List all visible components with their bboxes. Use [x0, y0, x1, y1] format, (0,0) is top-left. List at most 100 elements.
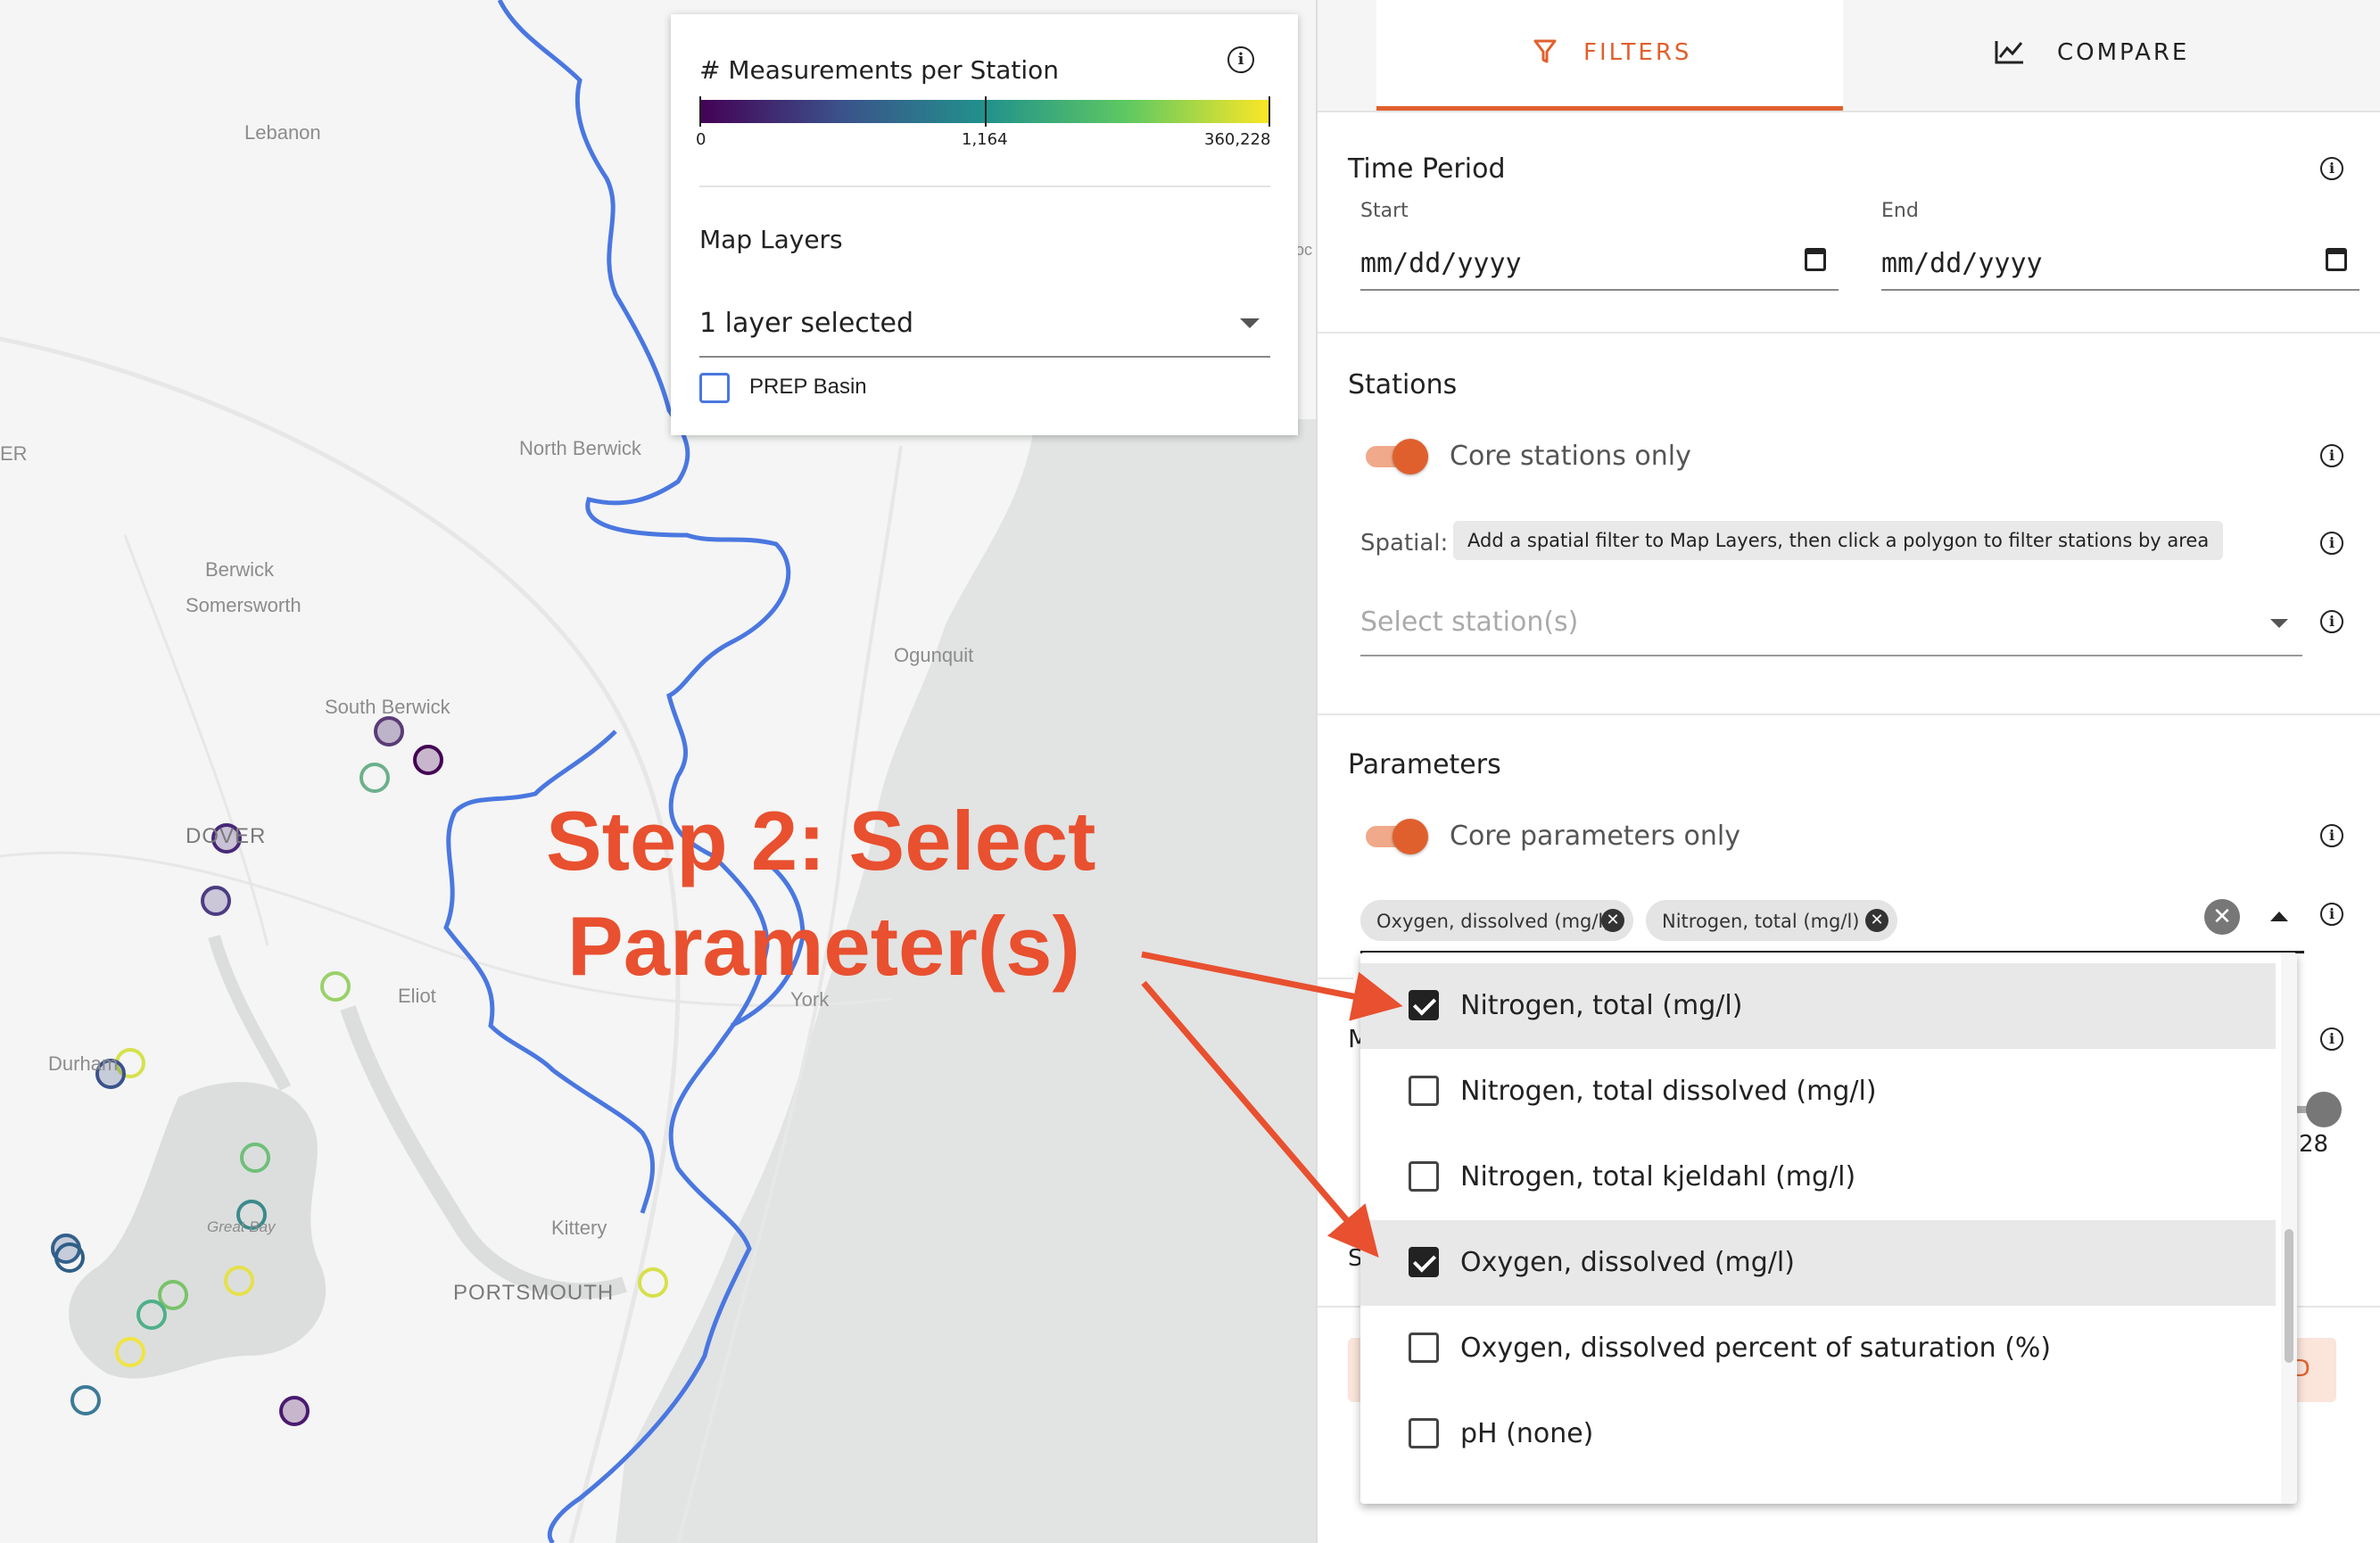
- parameter-option[interactable]: Nitrogen, total kjeldahl (mg/l): [1360, 1135, 2276, 1220]
- map-view[interactable]: Lebanon ER North Berwick Berwick Somersw…: [0, 0, 1316, 1543]
- filter-panel: FILTERS COMPARE Time Period i Start End …: [1316, 0, 2380, 1543]
- scale-mid-label: 1,164: [962, 130, 1008, 149]
- divider: [1318, 978, 1353, 979]
- end-date-input[interactable]: mm/dd/yyyy: [1881, 239, 2359, 291]
- parameter-option[interactable]: Oxygen, dissolved (mg/l): [1360, 1220, 2276, 1306]
- map-layers-select[interactable]: 1 layer selected: [699, 295, 1270, 358]
- place-label: Somersworth: [186, 594, 302, 616]
- stations-title: Stations: [1348, 369, 1458, 400]
- place-label: York: [790, 988, 830, 1011]
- spatial-hint: Add a spatial filter to Map Layers, then…: [1453, 521, 2224, 560]
- dropdown-scrollbar[interactable]: [2281, 953, 2297, 1504]
- place-label: PORTSMOUTH: [453, 1281, 615, 1305]
- scale-min-label: 0: [696, 130, 707, 149]
- legend-title: # Measurements per Station: [699, 55, 1060, 85]
- filter-icon: [1533, 39, 1557, 63]
- tab-compare-label: COMPARE: [2057, 39, 2190, 66]
- end-date-value: mm/dd/yyyy: [1881, 248, 2043, 279]
- core-parameters-toggle[interactable]: [1360, 815, 1432, 856]
- place-label: DOVER: [186, 824, 267, 848]
- checkbox-unchecked[interactable]: [1409, 1076, 1439, 1106]
- caret-up-icon[interactable]: [2270, 912, 2288, 921]
- selected-parameter-chip[interactable]: Nitrogen, total (mg/l) ✕: [1646, 900, 1897, 941]
- info-icon[interactable]: i: [2320, 610, 2343, 633]
- scrollbar-thumb[interactable]: [2285, 1229, 2293, 1363]
- place-label: Eliot: [398, 985, 436, 1007]
- start-date-value: mm/dd/yyyy: [1360, 248, 1522, 279]
- info-icon[interactable]: i: [2320, 903, 2343, 926]
- parameter-option[interactable]: Nitrogen, total dissolved (mg/l): [1360, 1049, 2276, 1135]
- parameter-option-label: Nitrogen, total dissolved (mg/l): [1460, 1076, 1877, 1107]
- core-stations-label: Core stations only: [1450, 441, 1691, 472]
- checkbox-unchecked[interactable]: [1409, 1161, 1439, 1192]
- place-label: South Berwick: [325, 696, 450, 718]
- line-chart-icon: [1995, 41, 2023, 64]
- prep-basin-checkbox[interactable]: [699, 373, 730, 403]
- place-label: Lebanon: [244, 121, 321, 144]
- place-label: Kittery: [551, 1217, 607, 1239]
- chip-label: Oxygen, dissolved (mg/l): [1376, 911, 1611, 932]
- place-label: Berwick: [205, 558, 275, 581]
- tab-bar: FILTERS COMPARE: [1318, 0, 2380, 112]
- great-bay-water: [69, 1082, 326, 1379]
- checkbox-unchecked[interactable]: [1409, 1418, 1439, 1448]
- place-label: Durham: [48, 1052, 119, 1075]
- parameter-option-label: Oxygen, dissolved percent of saturation …: [1460, 1333, 2052, 1364]
- scale-max-label: 360,228: [1204, 130, 1271, 149]
- station-select[interactable]: Select station(s): [1360, 598, 2302, 656]
- parameter-option[interactable]: Nitrogen, total (mg/l): [1360, 963, 2276, 1049]
- info-icon[interactable]: i: [2320, 444, 2343, 467]
- tab-filters-label: FILTERS: [1583, 39, 1692, 66]
- chip-label: Nitrogen, total (mg/l): [1662, 911, 1860, 932]
- place-label: ER: [0, 442, 28, 465]
- parameter-option-label: Nitrogen, total kjeldahl (mg/l): [1460, 1161, 1856, 1192]
- spatial-label: Spatial:: [1360, 530, 1449, 557]
- calendar-icon[interactable]: [1805, 248, 1826, 271]
- clear-all-icon[interactable]: ✕: [2204, 899, 2240, 935]
- selected-parameter-chip[interactable]: Oxygen, dissolved (mg/l) ✕: [1360, 900, 1633, 941]
- place-label: North Berwick: [519, 437, 641, 459]
- parameter-option[interactable]: Oxygen, dissolved percent of saturation …: [1360, 1306, 2276, 1391]
- core-parameters-label: Core parameters only: [1450, 821, 1740, 852]
- remove-chip-icon[interactable]: ✕: [1601, 909, 1624, 932]
- map-layers-value: 1 layer selected: [699, 308, 914, 339]
- caret-down-icon: [2270, 619, 2288, 628]
- scale-tick: [699, 96, 701, 127]
- checkbox-unchecked[interactable]: [1409, 1333, 1439, 1363]
- caret-down-icon: [1240, 318, 1260, 328]
- parameters-title: Parameters: [1348, 749, 1501, 780]
- station-select-placeholder: Select station(s): [1360, 606, 1579, 638]
- start-label: Start: [1360, 200, 1409, 222]
- ocean: [616, 419, 1316, 1543]
- slider-value: 28: [2299, 1131, 2329, 1158]
- place-label: Ogunquit: [894, 644, 974, 666]
- scale-tick: [985, 96, 987, 127]
- calendar-icon[interactable]: [2326, 248, 2347, 271]
- divider: [699, 186, 1270, 187]
- info-icon[interactable]: i: [2320, 532, 2343, 555]
- map-layers-title: Map Layers: [699, 225, 843, 254]
- info-icon[interactable]: i: [2320, 157, 2343, 180]
- info-icon[interactable]: i: [2320, 1027, 2343, 1051]
- remove-chip-icon[interactable]: ✕: [1865, 909, 1888, 932]
- parameter-option-label: pH (none): [1460, 1418, 1594, 1449]
- start-date-input[interactable]: mm/dd/yyyy: [1360, 239, 1839, 291]
- time-period-title: Time Period: [1348, 153, 1506, 185]
- scale-tick: [1269, 96, 1270, 127]
- map-legend-card: # Measurements per Station i 0 1,164 360…: [671, 14, 1298, 435]
- prep-basin-label: PREP Basin: [749, 375, 867, 399]
- tab-compare[interactable]: COMPARE: [1843, 0, 2310, 111]
- checkbox-checked[interactable]: [1409, 990, 1439, 1020]
- parameter-option-label: Nitrogen, total (mg/l): [1460, 990, 1743, 1021]
- parameter-dropdown-list[interactable]: Nitrogen, total (mg/l) Nitrogen, total d…: [1360, 953, 2297, 1504]
- parameter-option[interactable]: pH (none): [1360, 1391, 2276, 1477]
- place-label: Great Bay: [207, 1218, 276, 1235]
- parameter-option-label: Oxygen, dissolved (mg/l): [1460, 1247, 1795, 1278]
- checkbox-checked[interactable]: [1409, 1247, 1439, 1277]
- info-icon[interactable]: i: [1227, 46, 1254, 73]
- tab-filters[interactable]: FILTERS: [1376, 0, 1843, 111]
- core-stations-toggle[interactable]: [1360, 435, 1432, 476]
- info-icon[interactable]: i: [2320, 824, 2343, 847]
- end-label: End: [1881, 200, 1919, 222]
- slider-handle[interactable]: [2306, 1092, 2342, 1127]
